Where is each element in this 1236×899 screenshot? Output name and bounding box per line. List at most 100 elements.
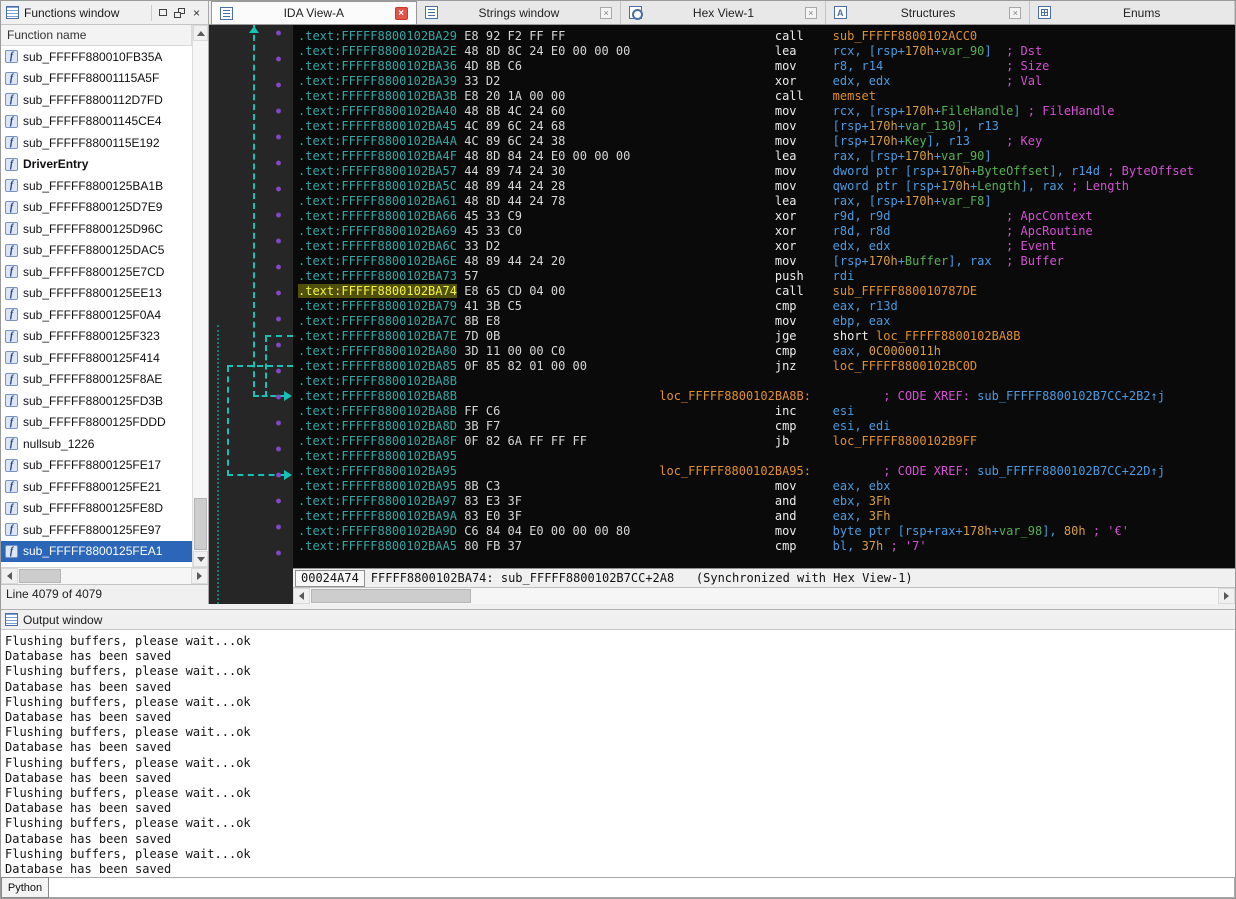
horizontal-scroll-thumb[interactable] bbox=[19, 569, 61, 583]
function-list-item[interactable]: sub_FFFFF8800125D96C bbox=[1, 218, 192, 240]
function-list-item[interactable]: sub_FFFFF8800125F8AE bbox=[1, 369, 192, 391]
function-list-item[interactable]: sub_FFFFF88001115A5F bbox=[1, 68, 192, 90]
asm-line[interactable]: .text:FFFFF8800102BA8B loc_FFFFF8800102B… bbox=[298, 389, 1235, 404]
function-list-item[interactable]: sub_FFFFF8800125DAC5 bbox=[1, 240, 192, 262]
disassembly-horizontal-scrollbar[interactable] bbox=[293, 587, 1235, 604]
tab-ida-view-a[interactable]: IDA View-A × bbox=[211, 1, 417, 24]
function-list-item[interactable]: sub_FFFFF880010FB35A bbox=[1, 46, 192, 68]
function-list-item[interactable]: sub_FFFFF8800125F323 bbox=[1, 326, 192, 348]
minimize-button[interactable] bbox=[154, 5, 171, 21]
cli-input[interactable] bbox=[49, 877, 1235, 898]
function-list-item[interactable]: sub_FFFFF8800112D7FD bbox=[1, 89, 192, 111]
tab-structures[interactable]: Structures × bbox=[825, 1, 1031, 24]
asm-line[interactable]: .text:FFFFF8800102BA69 45 33 C0 xor r8d,… bbox=[298, 224, 1235, 239]
function-list-item[interactable]: DriverEntry bbox=[1, 154, 192, 176]
functions-titlebar[interactable]: Functions window × bbox=[1, 1, 208, 25]
scroll-left-button[interactable] bbox=[293, 588, 310, 604]
scroll-right-button[interactable] bbox=[1218, 588, 1235, 604]
output-log[interactable]: Flushing buffers, please wait...ok Databa… bbox=[1, 630, 1235, 877]
asm-line[interactable]: .text:FFFFF8800102BA8D 3B F7 cmp esi, ed… bbox=[298, 419, 1235, 434]
function-list-item[interactable]: sub_FFFFF8800125EE13 bbox=[1, 283, 192, 305]
asm-line[interactable]: .text:FFFFF8800102BA95 loc_FFFFF8800102B… bbox=[298, 464, 1235, 479]
scroll-left-button[interactable] bbox=[1, 568, 18, 584]
asm-line[interactable]: .text:FFFFF8800102BA57 44 89 74 24 30 mo… bbox=[298, 164, 1235, 179]
output-titlebar[interactable]: Output window bbox=[1, 610, 1235, 630]
tab-hex-view-1[interactable]: Hex View-1 × bbox=[621, 1, 826, 24]
disassembly-code[interactable]: .text:FFFFF8800102BA29 E8 92 F2 FF FF ca… bbox=[293, 25, 1235, 568]
asm-line[interactable]: .text:FFFFF8800102BA40 48 8B 4C 24 60 mo… bbox=[298, 104, 1235, 119]
function-list-item[interactable]: sub_FFFFF8800125FDDD bbox=[1, 412, 192, 434]
function-list-item[interactable]: sub_FFFFF8800125FE17 bbox=[1, 455, 192, 477]
function-list-item[interactable]: sub_FFFFF8800125FEA1 bbox=[1, 540, 192, 562]
asm-line[interactable]: .text:FFFFF8800102BA73 57 push rdi bbox=[298, 269, 1235, 284]
asm-line[interactable]: .text:FFFFF8800102BA66 45 33 C9 xor r9d,… bbox=[298, 209, 1235, 224]
vertical-scroll-track[interactable] bbox=[193, 41, 208, 551]
asm-token: rax, [rsp+ bbox=[832, 149, 905, 163]
scroll-up-button[interactable] bbox=[193, 25, 208, 41]
functions-horizontal-scrollbar[interactable] bbox=[1, 567, 208, 584]
horizontal-scroll-track[interactable] bbox=[18, 568, 191, 584]
asm-line[interactable]: .text:FFFFF8800102BA97 83 E3 3F and ebx,… bbox=[298, 494, 1235, 509]
function-list-item[interactable]: sub_FFFFF8800125FE21 bbox=[1, 476, 192, 498]
function-list-item[interactable]: sub_FFFFF8800125FE8D bbox=[1, 498, 192, 520]
asm-line[interactable]: .text:FFFFF8800102BA79 41 3B C5 cmp eax,… bbox=[298, 299, 1235, 314]
asm-line[interactable]: .text:FFFFF8800102BA74 E8 65 CD 04 00 ca… bbox=[298, 284, 1235, 299]
cli-row: Python bbox=[1, 877, 1235, 898]
asm-line[interactable]: .text:FFFFF8800102BA4F 48 8D 84 24 E0 00… bbox=[298, 149, 1235, 164]
asm-line[interactable]: .text:FFFFF8800102BA45 4C 89 6C 24 68 mo… bbox=[298, 119, 1235, 134]
function-list-item[interactable]: nullsub_1226 bbox=[1, 433, 192, 455]
asm-line[interactable]: .text:FFFFF8800102BA9D C6 84 04 E0 00 00… bbox=[298, 524, 1235, 539]
tab-enums[interactable]: Enums bbox=[1030, 1, 1235, 24]
function-list-item[interactable]: sub_FFFFF8800125FD3B bbox=[1, 390, 192, 412]
function-list-item[interactable]: sub_FFFFF8800125FE97 bbox=[1, 519, 192, 541]
function-list-item[interactable]: sub_FFFFF8800125F414 bbox=[1, 347, 192, 369]
asm-line[interactable]: .text:FFFFF8800102BA9A 83 E0 3F and eax,… bbox=[298, 509, 1235, 524]
asm-line[interactable]: .text:FFFFF8800102BA36 4D 8B C6 mov r8, … bbox=[298, 59, 1235, 74]
asm-line[interactable]: .text:FFFFF8800102BA29 E8 92 F2 FF FF ca… bbox=[298, 29, 1235, 44]
asm-line[interactable]: .text:FFFFF8800102BA7E 7D 0B jge short l… bbox=[298, 329, 1235, 344]
python-button[interactable]: Python bbox=[1, 877, 49, 898]
asm-line[interactable]: .text:FFFFF8800102BA8B bbox=[298, 374, 1235, 389]
tab-close-icon[interactable]: × bbox=[1009, 6, 1022, 19]
tab-close-icon[interactable]: × bbox=[804, 6, 817, 19]
function-name: sub_FFFFF8800125F0A4 bbox=[23, 307, 162, 322]
asm-line[interactable]: .text:FFFFF8800102BA7C 8B E8 mov ebp, ea… bbox=[298, 314, 1235, 329]
scroll-right-button[interactable] bbox=[191, 568, 208, 584]
asm-line[interactable]: .text:FFFFF8800102BA2E 48 8D 8C 24 E0 00… bbox=[298, 44, 1235, 59]
functions-vertical-scrollbar[interactable] bbox=[192, 25, 208, 567]
asm-token bbox=[883, 59, 1006, 73]
scroll-down-button[interactable] bbox=[193, 551, 208, 567]
asm-token: ; Size bbox=[1006, 59, 1050, 73]
tab-strings-window[interactable]: Strings window × bbox=[416, 1, 622, 24]
function-name-column-header[interactable]: Function name bbox=[1, 25, 192, 46]
function-list-item[interactable]: sub_FFFFF8800125D7E9 bbox=[1, 197, 192, 219]
asm-line[interactable]: .text:FFFFF8800102BA39 33 D2 xor edx, ed… bbox=[298, 74, 1235, 89]
asm-line[interactable]: .text:FFFFF8800102BA4A 4C 89 6C 24 38 mo… bbox=[298, 134, 1235, 149]
asm-line[interactable]: .text:FFFFF8800102BA95 8B C3 mov eax, eb… bbox=[298, 479, 1235, 494]
asm-line[interactable]: .text:FFFFF8800102BA80 3D 11 00 00 C0 cm… bbox=[298, 344, 1235, 359]
function-list-item[interactable]: sub_FFFFF8800115E192 bbox=[1, 132, 192, 154]
output-line: Database has been saved bbox=[5, 649, 172, 664]
asm-line[interactable]: .text:FFFFF8800102BA8B FF C6 inc esi bbox=[298, 404, 1235, 419]
close-button[interactable]: × bbox=[188, 5, 205, 21]
tab-close-icon[interactable]: × bbox=[600, 6, 613, 19]
asm-line[interactable]: .text:FFFFF8800102BA5C 48 89 44 24 28 mo… bbox=[298, 179, 1235, 194]
asm-line[interactable]: .text:FFFFF8800102BA61 48 8D 44 24 78 le… bbox=[298, 194, 1235, 209]
tab-close-icon[interactable]: × bbox=[394, 6, 408, 20]
asm-line[interactable]: .text:FFFFF8800102BA6E 48 89 44 24 20 mo… bbox=[298, 254, 1235, 269]
function-list-item[interactable]: sub_FFFFF8800125F0A4 bbox=[1, 304, 192, 326]
function-list-item[interactable]: sub_FFFFF8800125BA1B bbox=[1, 175, 192, 197]
asm-line[interactable]: .text:FFFFF8800102BA8F 0F 82 6A FF FF FF… bbox=[298, 434, 1235, 449]
asm-token: ; CODE XREF: bbox=[883, 464, 978, 478]
float-button[interactable] bbox=[171, 5, 188, 21]
asm-line[interactable]: .text:FFFFF8800102BA6C 33 D2 xor edx, ed… bbox=[298, 239, 1235, 254]
asm-line[interactable]: .text:FFFFF8800102BA95 bbox=[298, 449, 1235, 464]
horizontal-scroll-thumb[interactable] bbox=[311, 589, 471, 603]
asm-line[interactable]: .text:FFFFF8800102BA85 0F 85 82 01 00 00… bbox=[298, 359, 1235, 374]
asm-line[interactable]: .text:FFFFF8800102BAA5 80 FB 37 cmp bl, … bbox=[298, 539, 1235, 554]
vertical-scroll-thumb[interactable] bbox=[194, 498, 207, 550]
horizontal-scroll-track[interactable] bbox=[310, 588, 1218, 604]
function-list-item[interactable]: sub_FFFFF88001145CE4 bbox=[1, 111, 192, 133]
function-list-item[interactable]: sub_FFFFF8800125E7CD bbox=[1, 261, 192, 283]
asm-line[interactable]: .text:FFFFF8800102BA3B E8 20 1A 00 00 ca… bbox=[298, 89, 1235, 104]
